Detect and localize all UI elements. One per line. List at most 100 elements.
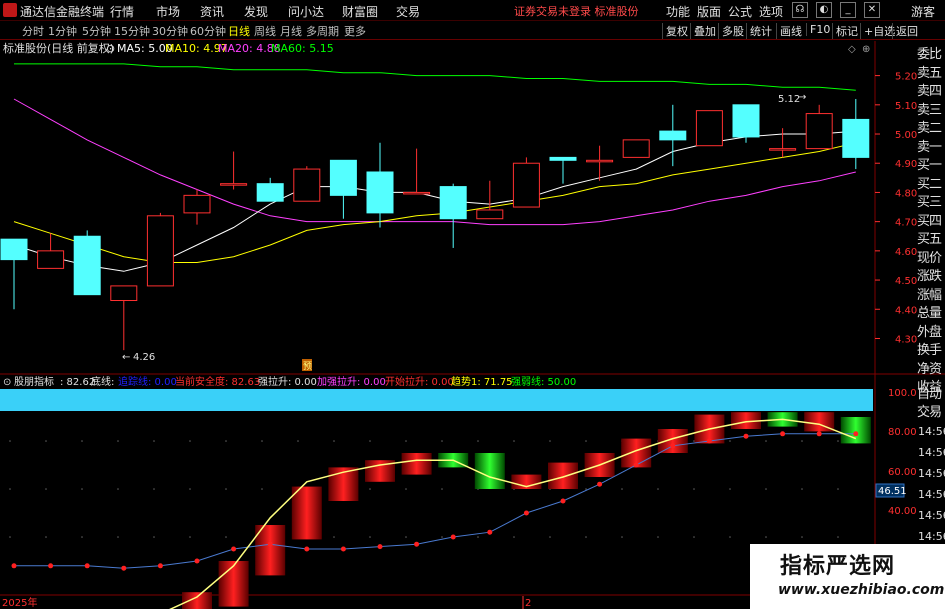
- candle-up[interactable]: [476, 209, 504, 220]
- tab-60min[interactable]: 60分钟: [190, 23, 226, 39]
- tab-monthly[interactable]: 月线: [280, 23, 302, 39]
- ma-toggle-icon[interactable]: ⊙: [106, 42, 115, 55]
- event-marker-label[interactable]: 预: [303, 361, 312, 372]
- time-label: 14:56: [918, 425, 945, 438]
- grid-dot: [405, 488, 407, 490]
- tab-fenshi[interactable]: 分时: [22, 23, 44, 39]
- tracking-dot: [194, 558, 200, 564]
- candle-up[interactable]: [805, 113, 833, 150]
- stats-button[interactable]: 统计: [746, 23, 772, 39]
- tracking-dot: [157, 563, 163, 569]
- ind-tick-60: 60.00: [888, 467, 917, 478]
- candle-down[interactable]: [842, 118, 870, 158]
- tab-15min[interactable]: 15分钟: [114, 23, 150, 39]
- skin-icon[interactable]: ◐: [816, 2, 832, 18]
- price-chart[interactable]: 标准股份(日线 前复权) ⊙ MA5: 5.00 MA10: 4.97 MA20…: [0, 41, 945, 609]
- guest-label[interactable]: 游客: [911, 3, 935, 20]
- tab-multi-period[interactable]: 多周期: [306, 23, 339, 39]
- grid-dot: [81, 536, 83, 538]
- tracking-dot: [633, 462, 639, 468]
- grid-dot: [765, 536, 767, 538]
- indicator-gradient-bar: [291, 486, 322, 540]
- diamond-icon[interactable]: ◇: [848, 44, 856, 55]
- f10-button[interactable]: F10: [806, 23, 830, 36]
- candle-down[interactable]: [73, 235, 101, 296]
- mark-button[interactable]: 标记: [832, 23, 858, 39]
- plus-icon[interactable]: ⊕: [862, 44, 870, 55]
- candle-up[interactable]: [586, 159, 614, 163]
- grid-dot: [405, 440, 407, 442]
- tab-1min[interactable]: 1分钟: [48, 23, 77, 39]
- candle-down[interactable]: [329, 159, 357, 196]
- back-button[interactable]: 返回: [892, 23, 918, 39]
- menu-wenxiaoda[interactable]: 问小达: [288, 3, 324, 20]
- candle-up[interactable]: [769, 148, 797, 151]
- tab-daily[interactable]: 日线: [228, 23, 250, 39]
- menu-jiaoyi[interactable]: 交易: [396, 3, 420, 20]
- candle-down[interactable]: [659, 130, 687, 141]
- tab-5min[interactable]: 5分钟: [82, 23, 111, 39]
- draw-line-button[interactable]: 画线: [776, 23, 802, 39]
- menu-zixun[interactable]: 资讯: [200, 3, 224, 20]
- candle-down[interactable]: [439, 186, 467, 220]
- grid-dot: [729, 440, 731, 442]
- candle-down[interactable]: [549, 156, 577, 161]
- menu-caifuquan[interactable]: 财富圈: [342, 3, 378, 20]
- tab-more[interactable]: 更多: [344, 23, 366, 39]
- candle-down[interactable]: [732, 104, 760, 138]
- menu-gongneng[interactable]: 功能: [666, 3, 690, 20]
- menu-hangqing[interactable]: 行情: [110, 3, 134, 20]
- tracking-dot: [121, 565, 127, 571]
- fuquan-button[interactable]: 复权: [662, 23, 688, 39]
- menu-xuanxiang[interactable]: 选项: [759, 3, 783, 20]
- candle-down[interactable]: [256, 183, 284, 202]
- indicator-boost-rise: 加强拉升: 0.00: [317, 375, 386, 388]
- candle-up[interactable]: [110, 285, 138, 302]
- minimize-icon[interactable]: _: [840, 2, 856, 18]
- tab-30min[interactable]: 30分钟: [152, 23, 188, 39]
- grid-dot: [225, 488, 227, 490]
- auto-trade-panel[interactable]: 自动 交易: [915, 383, 945, 423]
- tracking-dot: [743, 433, 749, 439]
- grid-dot: [693, 488, 695, 490]
- auto-trade-label[interactable]: 交易: [917, 401, 945, 420]
- candle-up[interactable]: [220, 183, 248, 186]
- candle-up[interactable]: [146, 215, 174, 287]
- grid-dot: [657, 536, 659, 538]
- close-icon[interactable]: ✕: [864, 2, 880, 18]
- menu-shichang[interactable]: 市场: [156, 3, 180, 20]
- candle-up[interactable]: [37, 250, 65, 269]
- tracking-dot: [670, 443, 676, 449]
- overlay-button[interactable]: 叠加: [690, 23, 716, 39]
- candle-down[interactable]: [0, 238, 28, 261]
- menu-gongshi[interactable]: 公式: [728, 3, 752, 20]
- multi-stock-button[interactable]: 多股: [718, 23, 744, 39]
- login-notice[interactable]: 证券交易未登录 标准股份: [514, 3, 639, 19]
- candle-up[interactable]: [695, 110, 723, 147]
- candle-down[interactable]: [366, 171, 394, 214]
- menu-banmian[interactable]: 版面: [697, 3, 721, 20]
- tab-weekly[interactable]: 周线: [254, 23, 276, 39]
- grid-dot: [405, 536, 407, 538]
- grid-dot: [153, 440, 155, 442]
- grid-dot: [801, 488, 803, 490]
- grid-dot: [729, 488, 731, 490]
- candle-up[interactable]: [183, 194, 211, 214]
- add-watchlist-button[interactable]: +自选: [860, 23, 895, 39]
- candle-up[interactable]: [512, 162, 540, 208]
- candle-up[interactable]: [403, 191, 431, 195]
- grid-dot: [45, 536, 47, 538]
- price-tick: 4.70: [895, 218, 917, 229]
- candle-up[interactable]: [622, 139, 650, 158]
- indicator-lines: [11, 418, 859, 609]
- indicator-bars: [182, 412, 871, 609]
- auto-trade-label[interactable]: 自动: [917, 383, 945, 402]
- grid-dot: [621, 488, 623, 490]
- candle-up[interactable]: [293, 168, 321, 202]
- tracking-dot: [84, 563, 90, 569]
- grid-dot: [549, 440, 551, 442]
- headset-icon[interactable]: ☊: [792, 2, 808, 18]
- menu-faxian[interactable]: 发现: [244, 3, 268, 20]
- indicator-toggle-icon[interactable]: ⊙: [3, 377, 11, 388]
- grid-dot: [153, 536, 155, 538]
